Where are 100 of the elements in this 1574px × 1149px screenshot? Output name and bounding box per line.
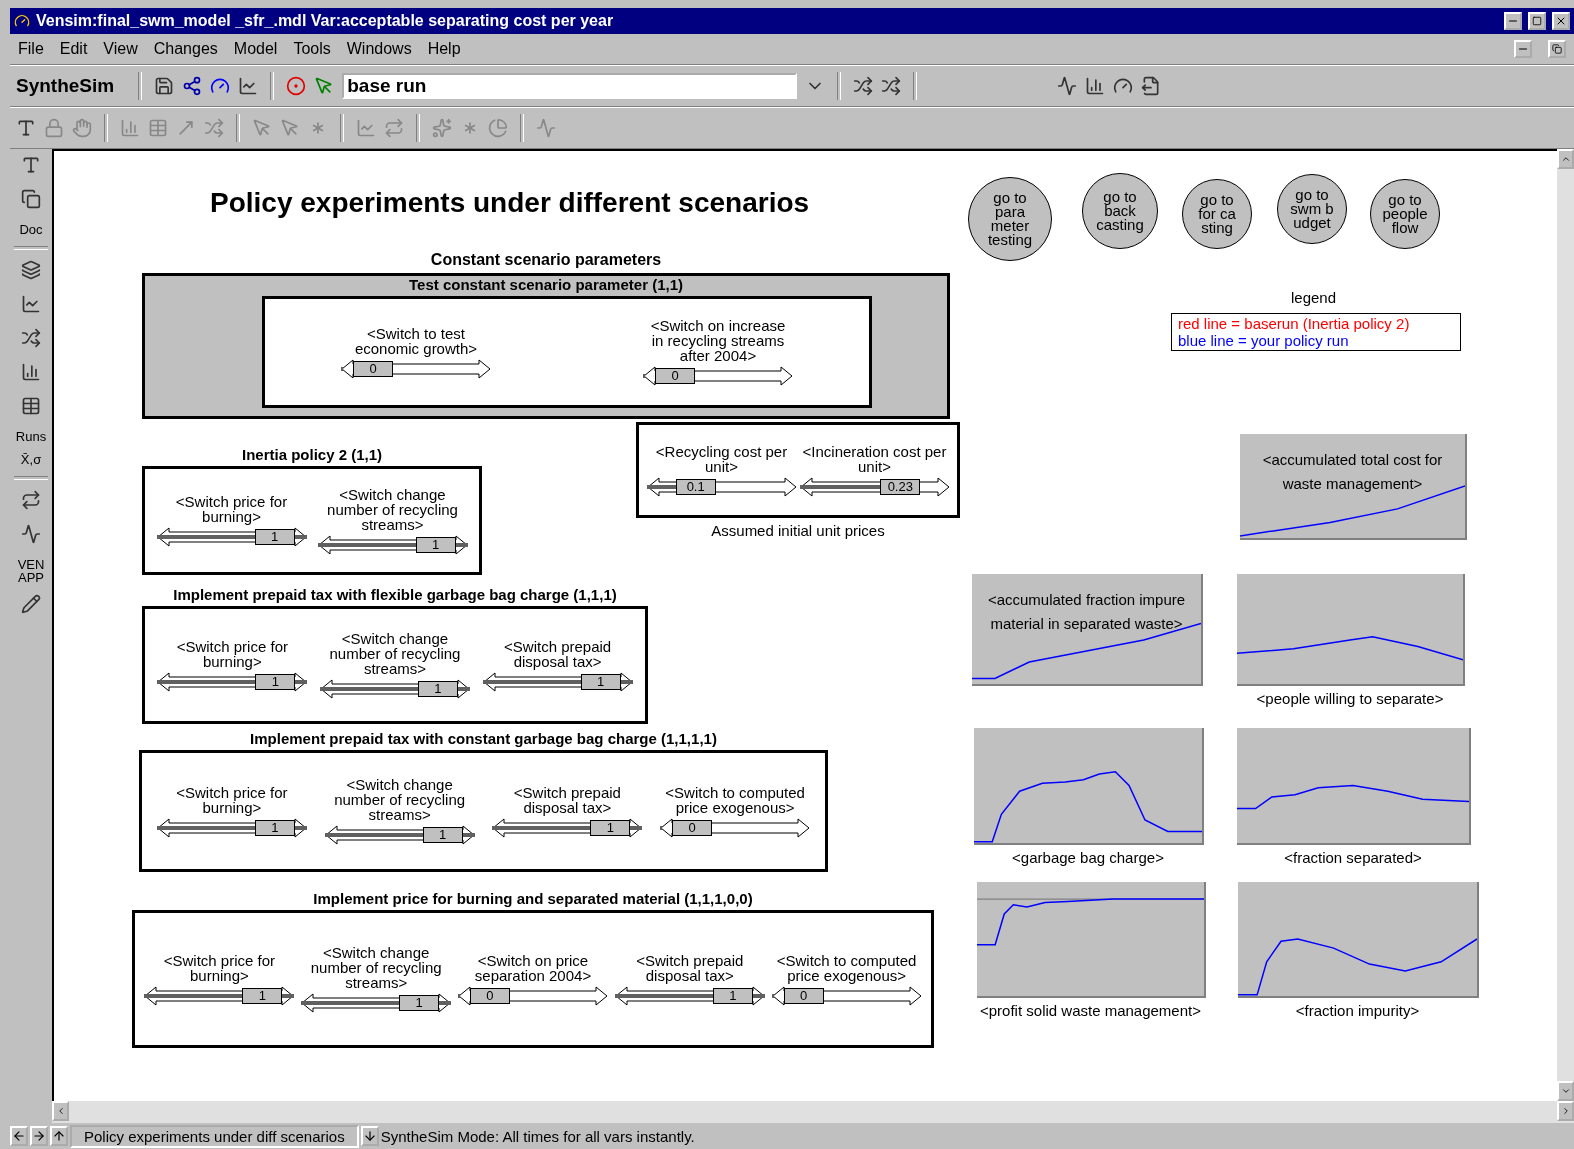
graph-icon[interactable] (21, 294, 41, 314)
bar-graph-icon[interactable] (21, 362, 41, 382)
slider-thumb[interactable]: 0.1 (675, 478, 716, 495)
navigation-button[interactable]: go to people flow (1370, 179, 1440, 249)
menu-item[interactable]: Help (427, 40, 461, 58)
text-tool-icon[interactable] (16, 118, 36, 138)
maximize-button[interactable] (1528, 12, 1546, 30)
pencil-icon[interactable] (21, 594, 41, 614)
slider-track[interactable]: 0 (660, 817, 811, 838)
slider-track[interactable]: 1 (324, 825, 475, 845)
scroll-right-button[interactable] (1557, 1101, 1574, 1121)
menu-item[interactable]: Tools (293, 40, 331, 58)
slider-thumb[interactable]: 0 (783, 987, 824, 1004)
slider-track[interactable]: 1 (301, 993, 452, 1013)
menu-item[interactable]: Changes (153, 40, 218, 58)
slider-label: <Switch prepaid disposal tax> (503, 638, 613, 669)
slider-track[interactable]: 1 (156, 817, 307, 838)
scroll-left-button[interactable] (52, 1101, 69, 1121)
slider-thumb[interactable]: 1 (254, 819, 295, 836)
close-icon (1555, 15, 1567, 27)
down-caret-icon (1560, 1086, 1571, 1096)
minimize-button[interactable] (1504, 12, 1522, 30)
restore-button[interactable] (1548, 40, 1566, 58)
menu-item[interactable]: Edit (59, 40, 88, 58)
slider-thumb[interactable]: 1 (580, 673, 621, 690)
table-icon[interactable] (21, 396, 41, 416)
forward-button[interactable] (30, 1126, 48, 1146)
slider-label: <Switch on price separation 2004> (473, 952, 593, 983)
slider-track[interactable]: 0 (458, 985, 608, 1006)
slider-track[interactable]: 1 (157, 671, 308, 692)
menu-item[interactable]: Windows (346, 40, 412, 58)
slider-label: <Switch price for burning> (175, 784, 289, 815)
chart-icon[interactable] (1085, 76, 1106, 96)
menu-item[interactable]: View (103, 40, 138, 58)
slider-track[interactable]: 0 (771, 985, 922, 1006)
slider-track[interactable]: 1 (317, 534, 468, 555)
slider-thumb[interactable]: 1 (254, 529, 295, 545)
share-icon[interactable] (182, 76, 203, 96)
app-icon (14, 13, 30, 29)
horizontal-scrollbar[interactable] (52, 1101, 1574, 1123)
slider-label: <Switch to computed price exogenous> (664, 784, 806, 815)
tool-button[interactable]: X̄,σ (13, 453, 49, 466)
slider-thumb[interactable]: 1 (590, 819, 631, 836)
minimize-button[interactable] (1514, 40, 1532, 58)
legend-entry: blue line = your policy run (1178, 332, 1350, 349)
slider-thumb[interactable]: 1 (415, 536, 456, 553)
navigation-button[interactable]: go to swm b udget (1277, 174, 1347, 244)
close-button[interactable] (1552, 12, 1570, 30)
slider-thumb[interactable]: 0 (655, 368, 695, 384)
panel-title: Implement prepaid tax with constant garbage bag charge (1,1,1,1) (250, 730, 717, 747)
slider-label: <Switch to test economic growth> (353, 325, 479, 356)
slider-thumb[interactable]: 0.23 (880, 478, 921, 495)
slider-label: <Switch change number of recycling streams> (326, 486, 459, 532)
slider-thumb[interactable]: 1 (242, 987, 283, 1004)
navigation-button[interactable]: go to para meter testing (968, 177, 1052, 261)
slider-thumb[interactable]: 0 (353, 360, 393, 377)
slider-track[interactable]: 0 (341, 358, 491, 379)
scroll-down-button[interactable] (1557, 1081, 1574, 1101)
slider-track[interactable]: 1 (320, 679, 470, 699)
slider-track[interactable]: 1 (144, 985, 295, 1006)
menu-item[interactable]: File (18, 40, 44, 58)
view-down-button[interactable] (360, 1126, 379, 1146)
menu-item[interactable]: Model (233, 40, 278, 58)
graph-icon[interactable] (238, 76, 259, 96)
tool-button[interactable]: Runs (13, 430, 49, 443)
slider-track[interactable]: 1 (482, 671, 633, 692)
slider-track[interactable]: 1 (614, 985, 765, 1006)
slider-thumb[interactable]: 1 (399, 995, 440, 1011)
slider-track[interactable]: 1 (156, 527, 307, 547)
panel-caption: Assumed initial unit prices (711, 522, 885, 539)
slider-thumb[interactable]: 0 (470, 987, 510, 1004)
navigation-button[interactable]: go to for ca sting (1182, 179, 1252, 249)
view-name[interactable]: Policy experiments under diff scenarios (70, 1124, 359, 1148)
tool-button[interactable]: Doc (13, 223, 49, 236)
slider-track[interactable]: 0.23 (799, 476, 950, 497)
slider-track[interactable]: 1 (492, 817, 643, 838)
diagram-title: Policy experiments under different scenarios (210, 187, 810, 219)
graph-label: <profit solid waste management> (979, 1002, 1202, 1019)
slider-thumb[interactable]: 1 (418, 681, 458, 697)
stop-icon[interactable] (286, 76, 307, 96)
back-button[interactable] (10, 1126, 28, 1146)
slider-track[interactable]: 0 (643, 366, 793, 386)
slider-thumb[interactable]: 1 (422, 827, 463, 843)
run-name-field[interactable]: base run (342, 73, 798, 99)
gauge-icon[interactable] (210, 76, 231, 96)
slider-label: <Recycling cost per unit> (654, 443, 789, 474)
navigation-button[interactable]: go to back casting (1082, 173, 1158, 249)
slider-label: <Incineration cost per unit> (801, 443, 948, 474)
tool-button[interactable]: VEN APP (13, 558, 49, 584)
graph-label: <people willing to separate> (1255, 690, 1445, 707)
slider-thumb[interactable]: 0 (672, 819, 713, 836)
dial-icon[interactable] (1113, 76, 1134, 96)
scroll-up-button[interactable] (1557, 149, 1574, 169)
slider-track[interactable]: 0.1 (646, 476, 797, 497)
text-tool-icon[interactable] (21, 155, 41, 175)
view-up-button[interactable] (50, 1126, 68, 1146)
save-icon[interactable] (154, 76, 175, 96)
slider-thumb[interactable]: 1 (255, 673, 296, 690)
slider-thumb[interactable]: 1 (712, 987, 753, 1004)
vertical-scrollbar[interactable] (1557, 149, 1574, 1101)
